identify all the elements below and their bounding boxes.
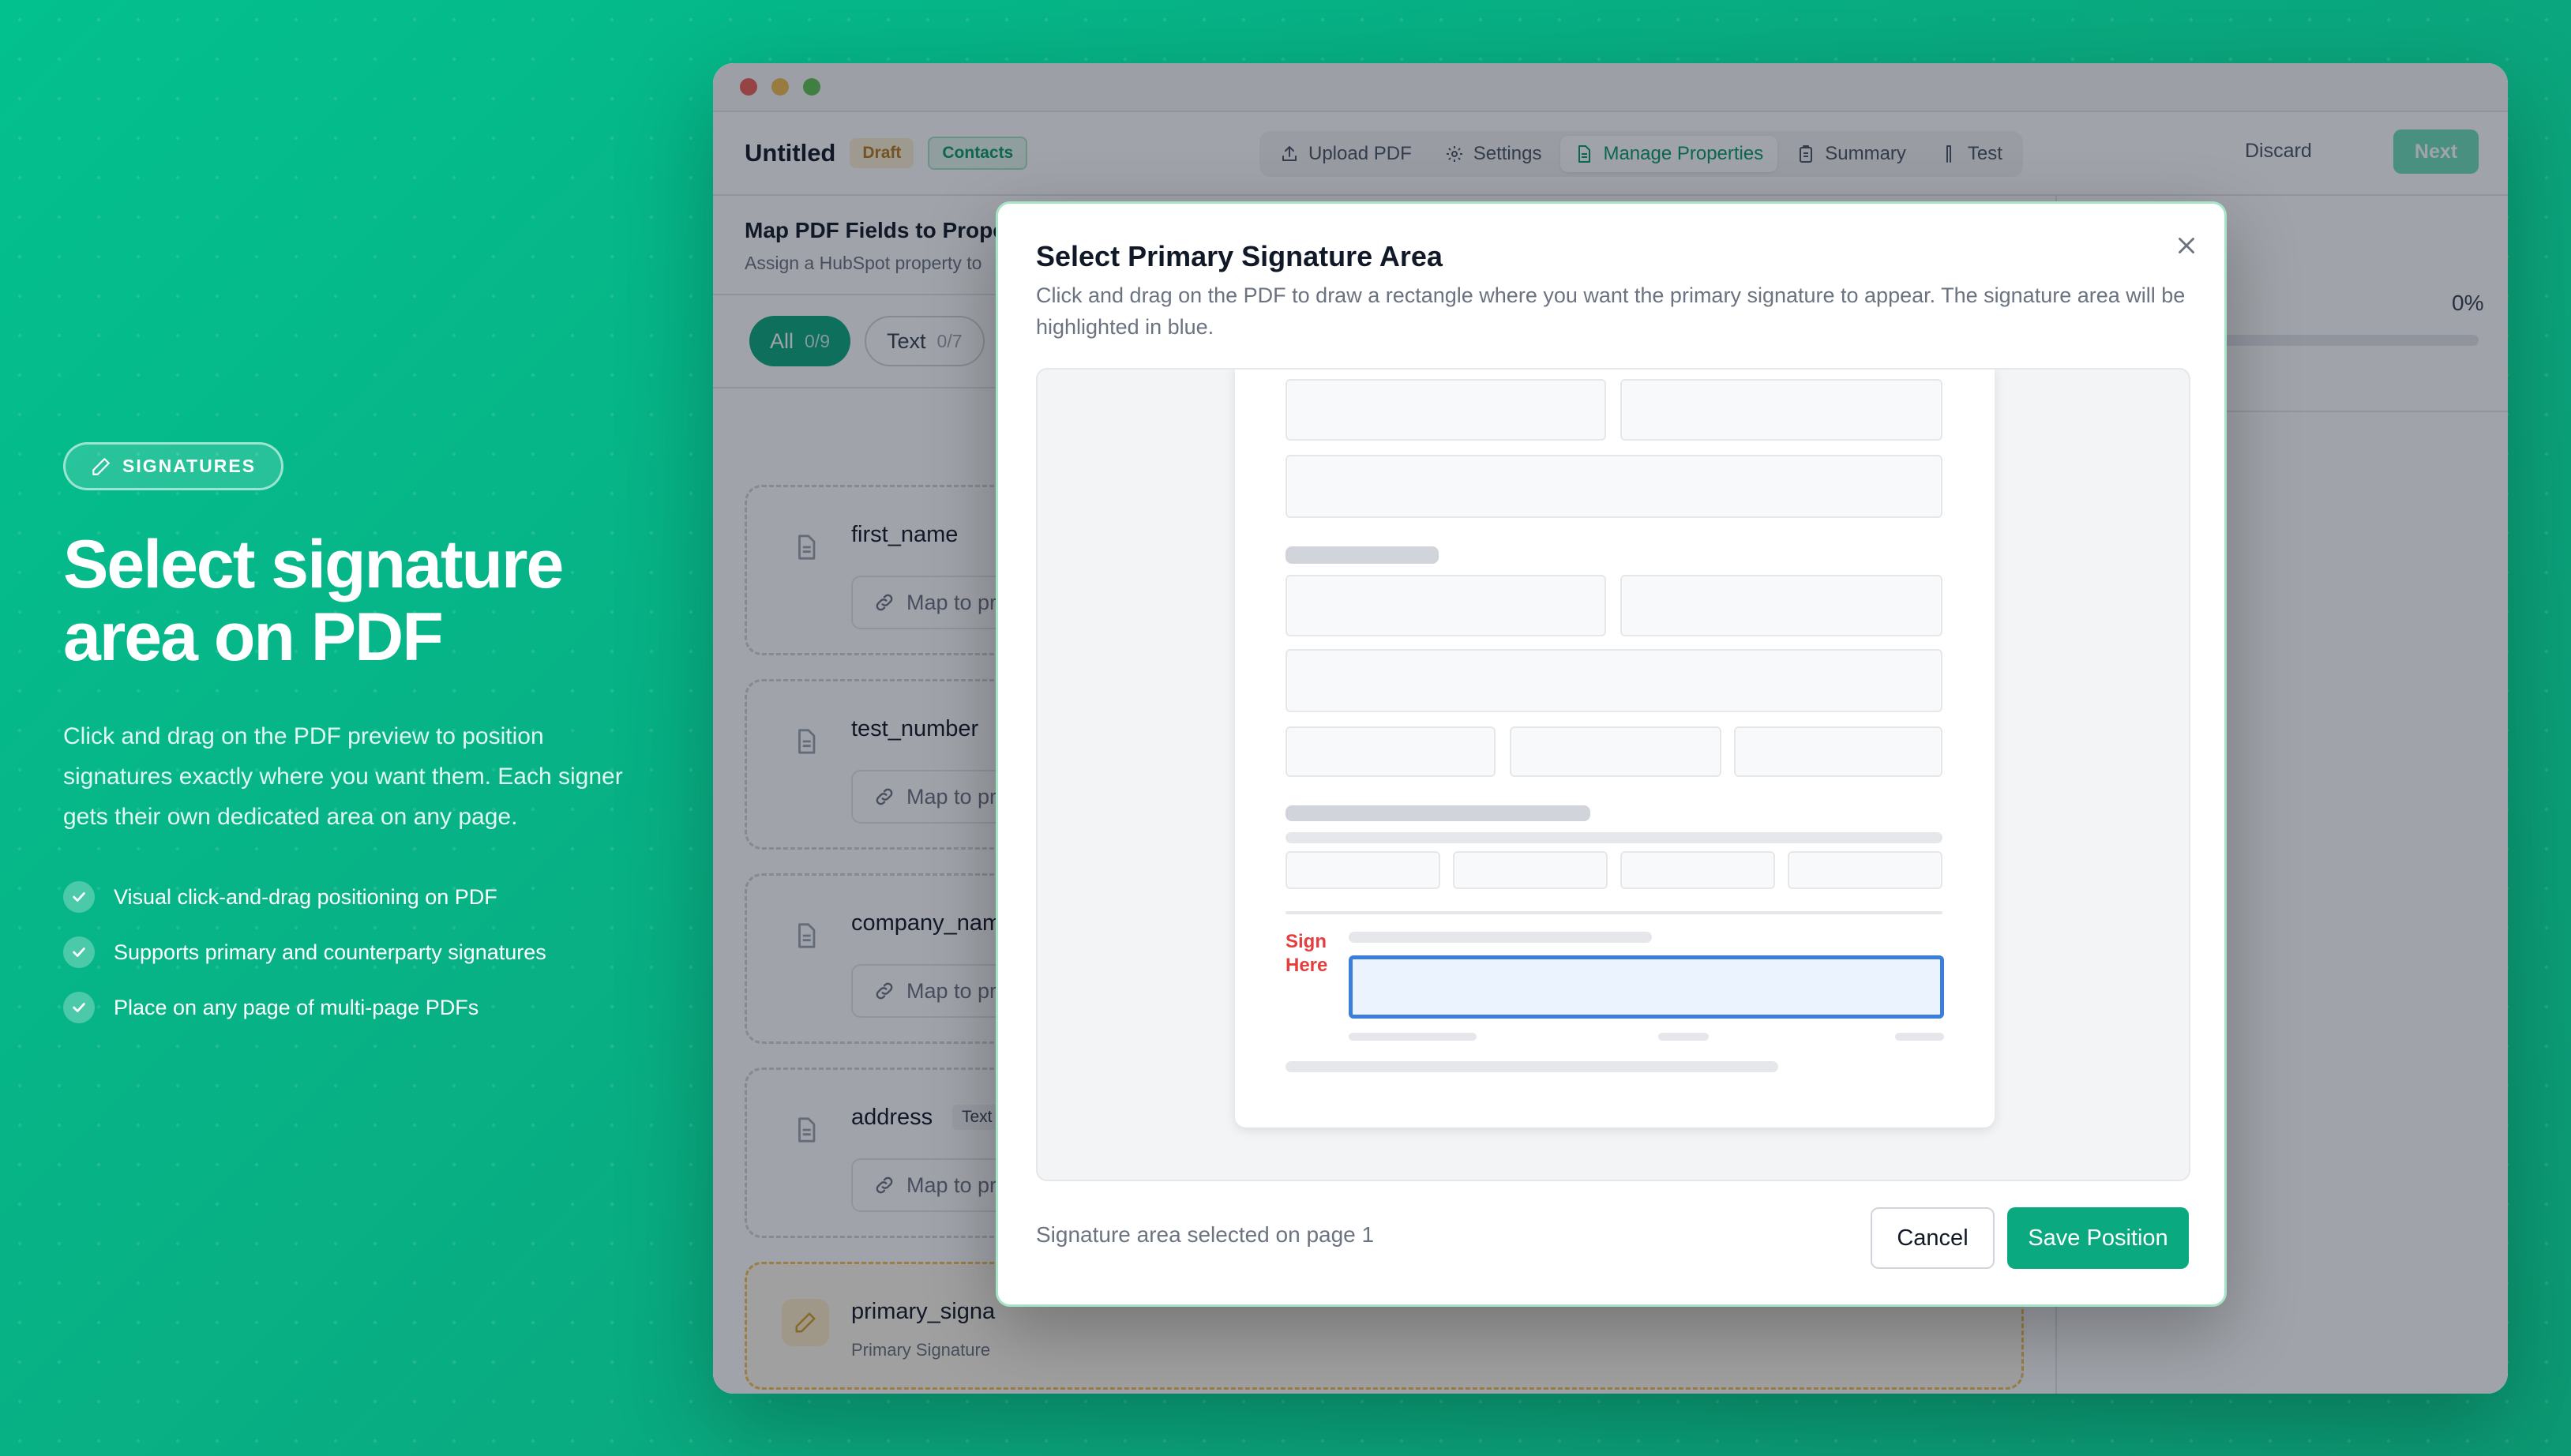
selection-status: Signature area selected on page 1 xyxy=(1036,1222,1375,1247)
pdf-field-box xyxy=(1453,851,1608,889)
pdf-text-line xyxy=(1895,1033,1944,1041)
feature-text: Supports primary and counterparty signat… xyxy=(114,940,546,964)
pdf-field-box xyxy=(1734,726,1942,777)
check-icon xyxy=(63,992,95,1023)
feature-item: Supports primary and counterparty signat… xyxy=(63,936,632,968)
selected-signature-area[interactable] xyxy=(1349,955,1944,1019)
pdf-page[interactable]: Sign Here xyxy=(1235,370,1995,1128)
pdf-field-box xyxy=(1788,851,1942,889)
hero-section: SIGNATURES Select signature area on PDF … xyxy=(63,442,632,1047)
pdf-text-line xyxy=(1286,832,1942,843)
hero-title: Select signature area on PDF xyxy=(63,528,632,674)
badge-label: SIGNATURES xyxy=(122,456,257,476)
pdf-field-box xyxy=(1286,379,1606,441)
pdf-text-line xyxy=(1286,546,1439,564)
feature-list: Visual click-and-drag positioning on PDF… xyxy=(63,881,632,1023)
pen-icon xyxy=(92,457,110,475)
pdf-field-box xyxy=(1620,851,1775,889)
modal-description: Click and drag on the PDF to draw a rect… xyxy=(1036,283,2186,339)
pdf-text-line xyxy=(1658,1033,1709,1041)
pdf-field-box xyxy=(1620,575,1942,636)
pdf-preview-canvas[interactable]: Sign Here xyxy=(1036,368,2190,1181)
pdf-text-line xyxy=(1349,932,1652,943)
pdf-field-box xyxy=(1286,851,1440,889)
pdf-field-box xyxy=(1286,455,1942,518)
pdf-field-box xyxy=(1286,726,1496,777)
pdf-text-line xyxy=(1286,805,1590,821)
pdf-field-box xyxy=(1286,649,1942,712)
feature-text: Place on any page of multi-page PDFs xyxy=(114,995,479,1019)
signature-area-modal: Select Primary Signature Area Click and … xyxy=(996,201,2227,1307)
sign-here-line2: Here xyxy=(1286,955,1328,976)
hero-title-line1: Select signature xyxy=(63,527,564,602)
pdf-text-line xyxy=(1286,1061,1778,1072)
sign-here-line1: Sign xyxy=(1286,931,1327,952)
pdf-divider-line xyxy=(1286,911,1942,914)
cancel-button[interactable]: Cancel xyxy=(1871,1207,1995,1269)
hero-description: Click and drag on the PDF preview to pos… xyxy=(63,723,623,830)
feature-item: Visual click-and-drag positioning on PDF xyxy=(63,881,632,913)
pdf-text-line xyxy=(1349,1033,1477,1041)
check-icon xyxy=(63,881,95,913)
pdf-field-box xyxy=(1510,726,1721,777)
pdf-field-box xyxy=(1620,379,1942,441)
hero-title-line2: area on PDF xyxy=(63,599,444,675)
feature-item: Place on any page of multi-page PDFs xyxy=(63,992,632,1023)
feature-text: Visual click-and-drag positioning on PDF xyxy=(114,884,497,909)
sign-here-label: Sign Here xyxy=(1286,930,1327,978)
save-position-button[interactable]: Save Position xyxy=(2007,1207,2189,1269)
modal-title: Select Primary Signature Area xyxy=(1036,240,1443,272)
signatures-badge: SIGNATURES xyxy=(63,442,284,490)
check-icon xyxy=(63,936,95,968)
close-icon[interactable] xyxy=(2173,232,2200,259)
pdf-field-box xyxy=(1286,575,1606,636)
